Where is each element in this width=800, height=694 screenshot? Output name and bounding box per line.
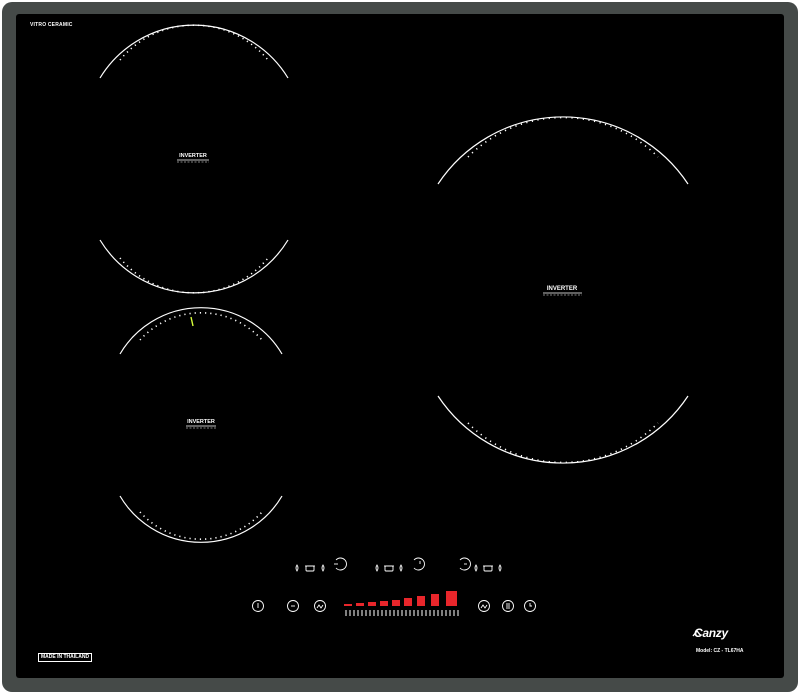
pot-icon[interactable] (305, 565, 315, 572)
power-level-1[interactable] (344, 604, 352, 606)
burner-icon[interactable] (295, 564, 299, 572)
power-level-bars[interactable] (344, 591, 457, 606)
zone-top-left-label: INVERTER (179, 153, 207, 159)
power-level-6[interactable] (404, 598, 412, 606)
zone-bottom-left[interactable]: INVERTER (119, 307, 283, 543)
brand-name: Canzy (694, 626, 728, 640)
power-up-icon[interactable] (334, 557, 347, 571)
power-level-7[interactable] (417, 596, 425, 606)
hob-frame: VITRO CERAMIC INVERTER INVERTER INVERTER… (2, 2, 798, 692)
boost-icon[interactable] (314, 600, 326, 612)
pot-icon[interactable] (384, 565, 394, 572)
minus-icon[interactable] (287, 600, 299, 612)
flame-icon[interactable] (498, 564, 502, 572)
flame-icon[interactable] (399, 564, 403, 572)
zone-top-left[interactable]: INVERTER (99, 24, 289, 294)
power-icon[interactable] (252, 600, 264, 612)
control-row-top (295, 557, 502, 572)
zone-indicator (190, 316, 194, 327)
power-up-icon[interactable] (459, 557, 471, 571)
boost-icon[interactable] (478, 600, 490, 612)
power-level-2[interactable] (356, 603, 364, 606)
cooking-zones: INVERTER INVERTER INVERTER (99, 24, 702, 637)
glass-cooktop: VITRO CERAMIC INVERTER INVERTER INVERTER… (16, 14, 784, 678)
burner-icon[interactable] (474, 564, 478, 572)
power-level-3[interactable] (368, 602, 376, 606)
power-level-5[interactable] (392, 600, 400, 606)
origin-label: MADE IN THAILAND (38, 653, 93, 662)
model-number: Model: CZ - TL67HA (696, 648, 744, 654)
slider-track[interactable] (345, 610, 459, 616)
pot-icon[interactable] (483, 565, 493, 572)
burner-icon[interactable] (375, 564, 379, 572)
flame-icon[interactable] (321, 564, 325, 572)
timer-icon[interactable] (524, 600, 536, 612)
power-level-8[interactable] (431, 594, 439, 606)
zone-bottom-left-label: INVERTER (187, 419, 215, 425)
power-level-9[interactable] (446, 591, 457, 606)
power-up-icon[interactable] (413, 557, 425, 571)
zone-right[interactable]: INVERTER (437, 116, 689, 464)
pause-icon[interactable] (502, 600, 514, 612)
power-level-4[interactable] (380, 601, 388, 606)
zone-right-label: INVERTER (547, 286, 578, 292)
